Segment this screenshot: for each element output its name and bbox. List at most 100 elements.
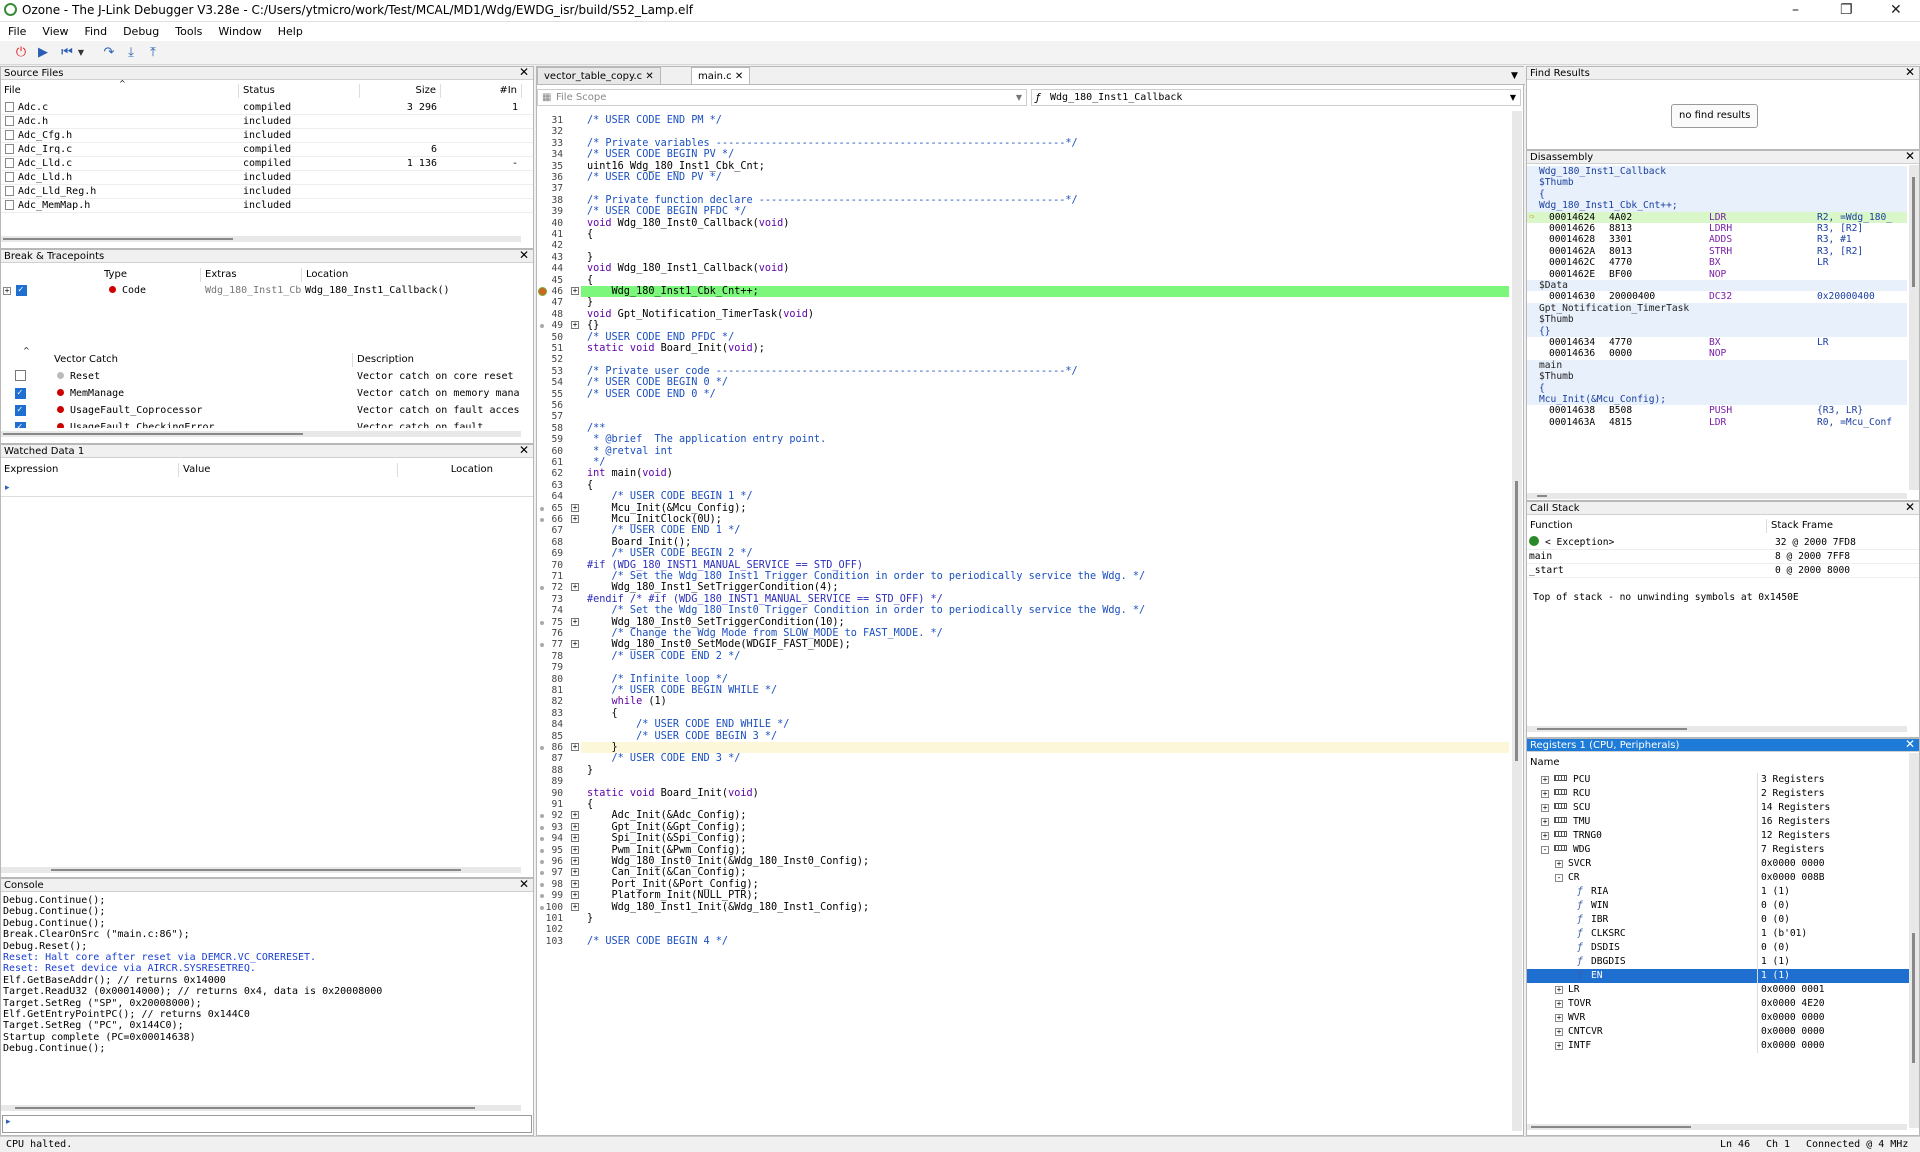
expand-icon[interactable]: + [571,617,579,626]
close-icon[interactable]: ✕ [519,250,529,262]
expand-icon[interactable]: + [1555,1042,1563,1050]
expand-icon[interactable]: + [571,583,579,592]
collapse-icon[interactable]: - [1555,874,1563,882]
tab-main-c[interactable]: main.c ✕ [691,67,751,84]
vector-catch-checkbox[interactable] [15,405,26,416]
vector-catch-checkbox[interactable] [15,388,26,399]
disassembly-row[interactable]: 0001463A 4815 LDR R0, =Mcu_Conf [1527,417,1907,428]
code-line[interactable]: 73 #endif /* #if (WDG_180_INST1_MANUAL_SE… [537,594,1510,605]
collapse-icon[interactable]: - [1541,846,1549,854]
code-line[interactable]: 41 { [537,229,1510,240]
disassembly-row[interactable]: 00014636 0000 NOP [1527,348,1907,359]
expand-icon[interactable]: + [571,891,579,900]
expand-icon[interactable]: + [571,902,579,911]
code-line[interactable]: 36 /* USER CODE END PV */ [537,172,1510,183]
disassembly-row[interactable]: $Data [1527,280,1907,292]
register-row[interactable]: + WVR 0x0000 0000 [1527,1011,1909,1025]
col-vector-catch[interactable]: Vector Catch [51,353,353,367]
code-line[interactable]: 34 /* USER CODE BEGIN PV */ [537,149,1510,160]
code-line[interactable]: 94 + Spi_Init(&Spi_Config); [537,833,1510,844]
register-row[interactable]: + SVCR 0x0000 0000 [1527,857,1909,871]
code-area[interactable]: 31 /* USER CODE END PM */ 32 33 /* Private v… [537,115,1510,1135]
minimize-icon[interactable]: – [1792,2,1799,18]
code-line[interactable]: 86 + } [537,742,1510,753]
disassembly-row[interactable]: $Thumb [1527,314,1907,326]
horizontal-scrollbar[interactable] [1527,1124,1907,1130]
step-into-icon[interactable]: ⤓ [122,44,140,62]
vector-catch-row[interactable]: MemManage Vector catch on memory mana [1,387,521,401]
disassembly-row[interactable]: 00014628 3301 ADDS R3, #1 [1527,234,1907,245]
code-line[interactable]: 69 /* USER CODE BEGIN 2 */ [537,548,1510,559]
code-line[interactable]: 32 [537,126,1510,137]
code-line[interactable]: 60 * @retval int [537,446,1510,457]
code-line[interactable]: 50 /* USER CODE END PFDC */ [537,332,1510,343]
code-line[interactable]: 90 static void Board_Init(void) [537,788,1510,799]
expand-icon[interactable]: + [571,868,579,877]
code-line[interactable]: 102 [537,924,1510,935]
menu-help[interactable]: Help [270,22,311,41]
expand-icon[interactable]: + [571,287,579,295]
col-name[interactable]: Name [1527,756,1757,770]
expand-icon[interactable]: + [571,834,579,843]
code-line[interactable]: 74 /* Set the Wdg 180 Inst0 Trigger Cond… [537,605,1510,616]
code-line[interactable]: 33 /* Private variables -----------------… [537,138,1510,149]
vertical-scrollbar[interactable] [1909,165,1919,490]
code-line[interactable]: 72 + Wdg_180_Inst1_SetTriggerCondition(4)… [537,582,1510,593]
play-icon[interactable]: ▶ [34,44,52,62]
code-line[interactable]: 95 + Pwm_Init(&Pwm_Config); [537,845,1510,856]
code-line[interactable]: 39 /* USER CODE BEGIN PFDC */ [537,206,1510,217]
function-select[interactable]: ƒ Wdg_180_Inst1_Callback ▼ [1031,89,1521,106]
code-line[interactable]: 46 + Wdg_180_Inst1_Cbk_Cnt++; [537,286,1510,297]
code-line[interactable]: 47} [537,297,1510,308]
register-row[interactable]: - WDG 7 Registers [1527,843,1909,857]
code-line[interactable]: 89 [537,776,1510,787]
disassembly-row[interactable]: Gpt_Notification_TimerTask [1527,302,1907,315]
new-expression-input[interactable]: ▸ [5,483,10,493]
code-line[interactable]: 92 + Adc_Init(&Adc_Config); [537,810,1510,821]
register-row[interactable]: ƒ RIA 1 (1) [1527,885,1909,899]
code-line[interactable]: 44 void Wdg_180_Inst1_Callback(void) [537,263,1510,274]
vector-catch-row[interactable]: UsageFault_CheckingError Vector catch on … [1,421,521,428]
col-extras[interactable]: Extras [202,268,302,282]
disassembly-row[interactable]: 0001462E BF00 NOP [1527,269,1907,280]
power-icon[interactable]: ⏻ [12,44,30,62]
col-description[interactable]: Description [354,353,533,367]
source-file-row[interactable]: Adc_Lld.c compiled 1 136 - [1,157,533,171]
source-file-row[interactable]: Adc_Irq.c compiled 6 [1,143,533,157]
horizontal-scrollbar[interactable] [1527,726,1907,732]
disassembly-row[interactable]: 00014630 20000400 DC32 0x20000400 [1527,291,1907,302]
register-row[interactable]: ƒ WIN 0 (0) [1527,899,1909,913]
code-line[interactable]: 52 [537,354,1510,365]
source-file-row[interactable]: Adc.c compiled 3 296 1 [1,101,533,115]
code-line[interactable]: 101} [537,913,1510,924]
disassembly-row[interactable]: 00014634 4770 BX LR [1527,337,1907,348]
expand-icon[interactable]: + [571,515,579,523]
disassembly-row[interactable]: { [1527,188,1907,201]
code-line[interactable]: 81 /* USER CODE BEGIN WHILE */ [537,685,1510,696]
horizontal-scrollbar[interactable] [1,236,521,242]
source-file-row[interactable]: Adc_MemMap.h included [1,199,533,213]
disassembly-row[interactable]: $Thumb [1527,371,1907,383]
code-line[interactable]: 59 * @brief The application entry point. [537,434,1510,445]
expand-icon[interactable]: + [1555,986,1563,994]
code-line[interactable]: 68 Board_Init(); [537,537,1510,548]
col-in[interactable]: #In [442,84,522,98]
close-icon[interactable]: ✕ [519,67,529,79]
code-line[interactable]: 71 /* Set the Wdg 180 Inst1 Trigger Cond… [537,571,1510,582]
code-line[interactable]: 103 /* USER CODE BEGIN 4 */ [537,936,1510,947]
close-icon[interactable]: ✕ [1905,151,1915,163]
source-file-row[interactable]: Adc_Lld.h included [1,171,533,185]
vector-catch-row[interactable]: Reset Vector catch on core reset [1,370,521,384]
source-file-row[interactable]: Adc.h included [1,115,533,129]
disassembly-row[interactable]: main [1527,359,1907,372]
call-stack-row[interactable]: < Exception> 32 @ 2000 7FD8 [1527,536,1919,550]
code-line[interactable]: 100 + Wdg_180_Inst1_Init(&Wdg_180_Inst1_C… [537,902,1510,913]
expand-icon[interactable]: + [571,743,579,751]
code-line[interactable]: 84 /* USER CODE END WHILE */ [537,719,1510,730]
code-line[interactable]: 66 + Mcu_InitClock(0U); [537,514,1510,525]
code-line[interactable]: 43} [537,252,1510,263]
expand-icon[interactable]: + [1541,790,1549,798]
step-over-icon[interactable]: ↷ [100,44,118,62]
register-row[interactable]: ƒ DBGDIS 1 (1) [1527,955,1909,969]
col-size[interactable]: Size [361,84,441,98]
